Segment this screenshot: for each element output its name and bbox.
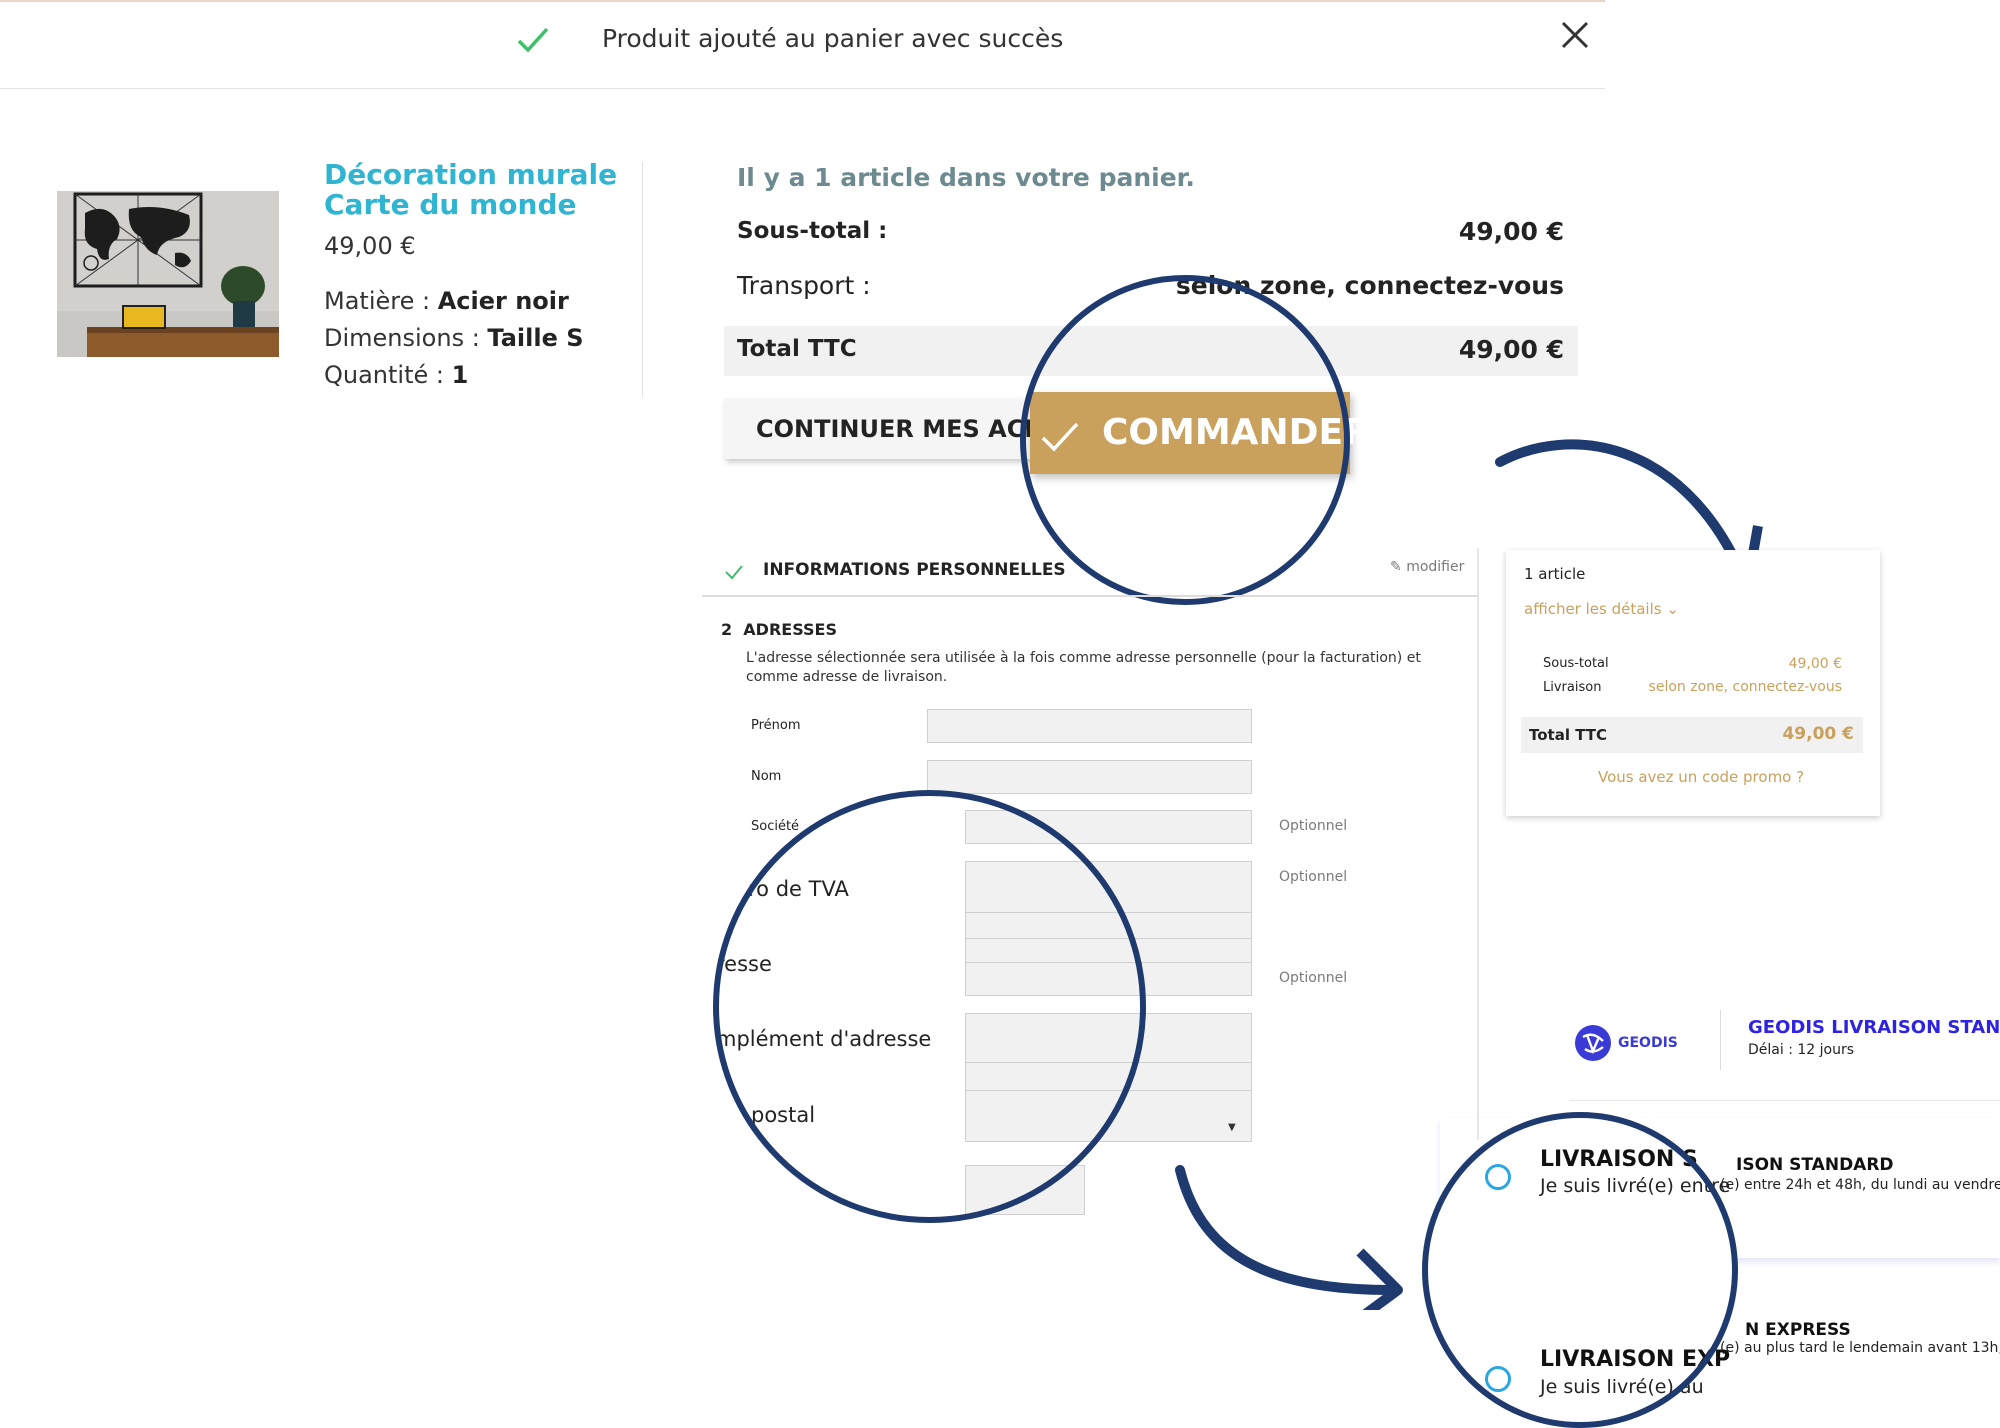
subtotal-value: 49,00 € xyxy=(1458,217,1564,246)
divider xyxy=(1570,1100,2000,1101)
carrier-delay: Délai : 12 jours xyxy=(1748,1042,1855,1058)
first-name-field[interactable] xyxy=(927,709,1252,743)
standard-option-title-small: ISON STANDARD xyxy=(1736,1155,1894,1175)
product-name[interactable]: Décoration murale Carte du monde xyxy=(324,160,654,220)
last-name-label: Nom xyxy=(751,769,782,784)
summary-total-value: 49,00 € xyxy=(1782,724,1854,744)
divider xyxy=(1477,548,1479,1140)
summary-item-count: 1 article xyxy=(1524,565,1586,583)
arrow-icon xyxy=(1175,1165,1403,1310)
step-number: 2 xyxy=(721,620,733,639)
check-icon xyxy=(725,565,743,580)
product-attr-material: Matière : Acier noir xyxy=(324,287,569,315)
zoom-circle-order xyxy=(1020,275,1350,605)
product-price: 49,00 € xyxy=(324,232,416,260)
close-icon[interactable] xyxy=(1560,20,1590,50)
summary-subtotal-label: Sous-total xyxy=(1543,656,1609,671)
optional-label: Optionnel xyxy=(1279,869,1348,885)
zoom-circle-shipping xyxy=(1422,1112,1738,1428)
optional-label: Optionnel xyxy=(1279,970,1348,986)
product-attr-quantity: Quantité : 1 xyxy=(324,361,469,389)
zoom-circle-form xyxy=(713,790,1146,1223)
product-name-line2: Carte du monde xyxy=(324,188,577,221)
subtotal-label: Sous-total : xyxy=(737,218,888,244)
summary-total-label: Total TTC xyxy=(1529,726,1608,744)
step-title: ADRESSES xyxy=(743,620,837,639)
show-details-link[interactable]: afficher les détails ⌄ xyxy=(1524,600,1679,618)
step-addresses-title: 2 ADRESSES xyxy=(721,620,837,639)
continue-shopping-button[interactable]: CONTINUER MES ACHATS xyxy=(724,399,1034,459)
last-name-field[interactable] xyxy=(927,760,1252,794)
edit-link[interactable]: ✎ modifier xyxy=(1390,559,1464,575)
transport-label: Transport : xyxy=(737,271,871,300)
address-help-text: L'adresse sélectionnée sera utilisée à l… xyxy=(746,650,1421,685)
edit-link-label: modifier xyxy=(1406,559,1465,575)
summary-shipping-value: selon zone, connectez-vous xyxy=(1648,679,1842,695)
promo-code-link[interactable]: Vous avez un code promo ? xyxy=(1598,768,1804,786)
company-label: Société xyxy=(751,819,800,834)
show-details-label: afficher les détails xyxy=(1524,600,1662,618)
first-name-label: Prénom xyxy=(751,718,801,733)
express-option-desc-small: (e) au plus tard le lendemain avant 13h,… xyxy=(1720,1340,2000,1356)
product-image xyxy=(57,191,279,357)
geodis-logo-icon xyxy=(1575,1025,1611,1061)
step-personal-info-title[interactable]: INFORMATIONS PERSONNELLES xyxy=(763,560,1066,580)
carrier-title: GEODIS LIVRAISON STANDARD xyxy=(1748,1017,2000,1038)
total-label: Total TTC xyxy=(737,336,857,362)
divider xyxy=(642,162,643,397)
chevron-down-icon: ▼ xyxy=(1228,1122,1236,1133)
divider xyxy=(1720,1010,1721,1070)
optional-label: Optionnel xyxy=(1279,818,1348,834)
product-name-line1: Décoration murale xyxy=(324,158,618,191)
geodis-logo-text: GEODIS xyxy=(1618,1035,1678,1051)
standard-option-desc-small: (e) entre 24h et 48h, du lundi au vendre… xyxy=(1720,1177,2000,1193)
product-attr-dimensions: Dimensions : Taille S xyxy=(324,324,584,352)
express-option-title-small: N EXPRESS xyxy=(1745,1320,1851,1340)
summary-shipping-label: Livraison xyxy=(1543,680,1602,695)
chevron-down-icon: ⌄ xyxy=(1666,600,1679,618)
success-check-icon xyxy=(517,27,549,53)
cart-item-count: Il y a 1 article dans votre panier. xyxy=(737,163,1195,192)
total-value: 49,00 € xyxy=(1458,335,1564,364)
summary-subtotal-value: 49,00 € xyxy=(1788,656,1842,672)
notification-message: Produit ajouté au panier avec succès xyxy=(602,24,1064,53)
divider xyxy=(702,595,1477,597)
